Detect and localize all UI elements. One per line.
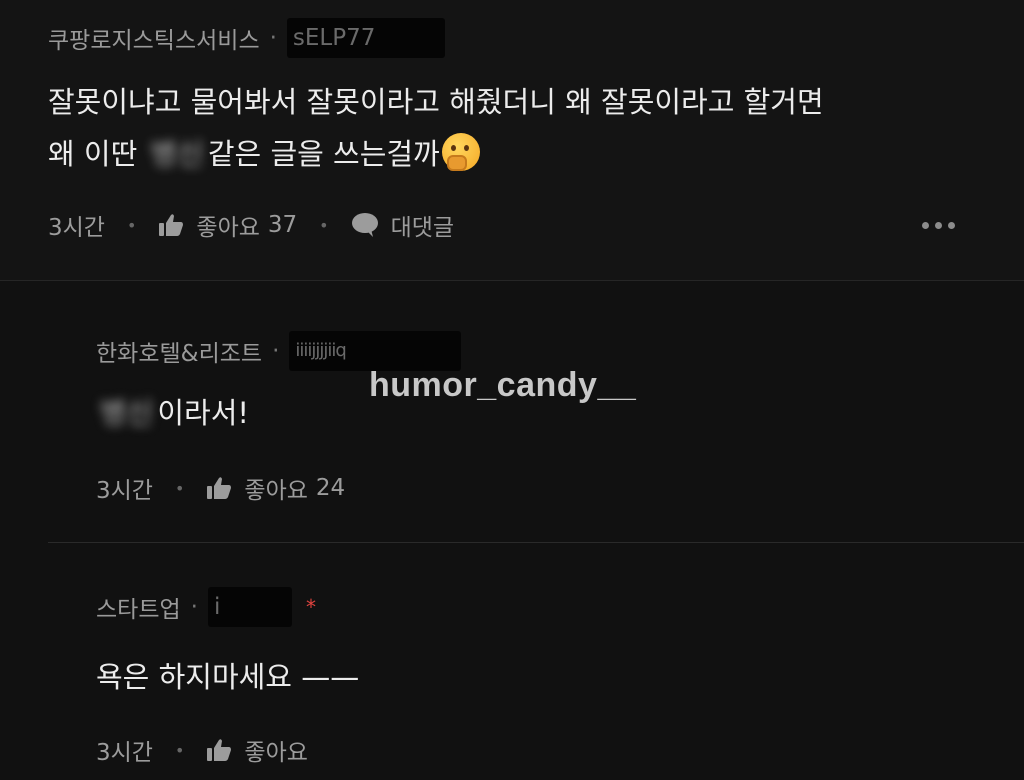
comment-text-fragment: 왜 이딴 [48, 137, 147, 171]
reply-2-body: 욕은 하지마세요 —— [96, 651, 359, 703]
thumbs-up-icon [159, 214, 184, 236]
separator-dot: · [272, 338, 280, 364]
like-button[interactable]: 좋아요 37 [158, 208, 297, 242]
masked-user-id: iiiijjjjiiq [289, 331, 462, 371]
like-button[interactable]: 좋아요 24 [206, 471, 345, 505]
like-label: 좋아요 [244, 740, 308, 766]
masked-user-id: sELP77 [286, 18, 445, 58]
reply-2-header: 스타트업 · i * [96, 587, 316, 627]
comment-text-fragment: 이라서! [157, 396, 250, 430]
comment-time: 3시간 [96, 478, 153, 504]
comment-text-line: 잘못이냐고 물어봐서 잘못이라고 해줬더니 왜 잘못이라고 할거면 [48, 85, 824, 119]
reply-label: 대댓글 [390, 215, 455, 241]
separator-dot: · [190, 594, 198, 620]
comment-text-fragment: 같은 글을 쓰는걸까 [207, 137, 440, 171]
comment-thread: 쿠팡로지스틱스서비스 · sELP77 잘못이냐고 물어봐서 잘못이라고 해줬더… [0, 0, 1024, 780]
like-label: 좋아요 [196, 215, 260, 241]
comment-1-header: 쿠팡로지스틱스서비스 · sELP77 [48, 18, 445, 58]
more-options-icon[interactable] [922, 222, 955, 229]
reply-1-header: 한화호텔&리조트 · iiiijjjjiiq [96, 331, 462, 371]
reply-button[interactable]: 대댓글 [351, 208, 454, 242]
comment-text: 욕은 하지마세요 —— [96, 660, 360, 694]
author-company[interactable]: 한화호텔&리조트 [96, 334, 262, 368]
comment-1-actions: 3시간 • 좋아요 37 • 대댓글 [48, 208, 454, 242]
thumbs-up-icon [207, 739, 232, 761]
blurred-word: 병신 [100, 396, 154, 430]
reply-1-actions: 3시간 • 좋아요 24 [96, 471, 345, 505]
reply-1-body: 병신 이라서! [96, 387, 249, 439]
speech-bubble-icon [351, 213, 378, 237]
comment-1-body: 잘못이냐고 물어봐서 잘못이라고 해줬더니 왜 잘못이라고 할거면 왜 이딴 병… [48, 76, 824, 180]
separator-dot: • [319, 215, 329, 235]
author-company[interactable]: 스타트업 [96, 590, 181, 624]
separator-dot: • [174, 478, 185, 498]
like-count: 24 [315, 475, 346, 501]
reply-1: 한화호텔&리조트 · iiiijjjjiiq 병신 이라서! 3시간 • 좋아요 … [48, 281, 1024, 543]
red-asterisk-badge-icon: * [305, 595, 316, 619]
reply-2: 스타트업 · i * 욕은 하지마세요 —— 3시간 • 좋아요 [48, 543, 1024, 780]
comment-time: 3시간 [96, 740, 153, 766]
like-count: 37 [267, 212, 298, 238]
like-label: 좋아요 [244, 478, 308, 504]
comment-text-line: 왜 이딴 병신 같은 글을 쓰는걸까 [48, 128, 824, 180]
watermark-text: humor_candy__ [369, 366, 637, 404]
thinking-face-emoji-icon [441, 133, 480, 171]
comment-1: 쿠팡로지스틱스서비스 · sELP77 잘못이냐고 물어봐서 잘못이라고 해줬더… [0, 0, 1024, 281]
author-company[interactable]: 쿠팡로지스틱스서비스 [48, 21, 260, 55]
comment-time: 3시간 [48, 215, 105, 241]
separator-dot: • [174, 740, 185, 760]
blurred-word: 병신 [150, 137, 204, 171]
like-button[interactable]: 좋아요 [206, 733, 308, 767]
thumbs-up-icon [207, 477, 232, 499]
separator-dot: • [126, 215, 137, 235]
separator-dot: · [269, 25, 277, 51]
masked-user-id: i [207, 587, 292, 627]
reply-2-actions: 3시간 • 좋아요 [96, 733, 308, 767]
